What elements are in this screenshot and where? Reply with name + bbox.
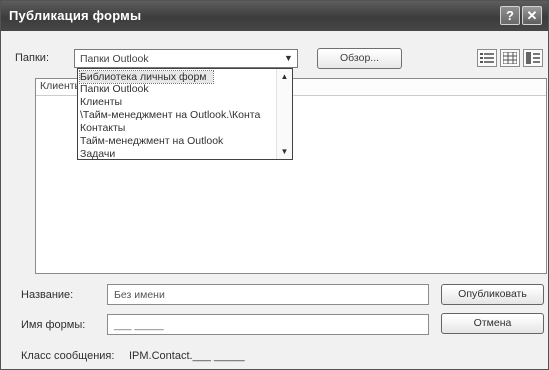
message-class-value: IPM.Contact.___ _____ (129, 350, 245, 362)
name-label: Название: (21, 289, 74, 301)
dropdown-item[interactable]: Контакты (80, 122, 125, 134)
cancel-button[interactable]: Отмена (441, 313, 544, 334)
close-button[interactable]: ✕ (522, 6, 542, 25)
scroll-up-icon[interactable]: ▲ (277, 70, 292, 83)
form-name-field[interactable]: ___ _____ (107, 314, 429, 335)
chevron-down-icon[interactable]: ▼ (280, 50, 297, 67)
dialog-title: Публикация формы (9, 8, 142, 23)
dropdown-item[interactable]: Клиенты (80, 96, 122, 108)
folder-label: Папки: (15, 52, 49, 64)
publish-button[interactable]: Опубликовать (441, 284, 544, 305)
scroll-down-icon[interactable]: ▼ (277, 145, 292, 158)
dropdown-scrollbar[interactable]: ▲ ▼ (276, 69, 292, 159)
help-button[interactable]: ? (500, 6, 520, 25)
dropdown-item[interactable]: Папки Outlook (80, 83, 149, 95)
browse-button[interactable]: Обзор... (317, 48, 402, 69)
properties-view-icon (526, 52, 540, 64)
title-bar: Публикация формы ? ✕ (1, 1, 548, 31)
properties-view-button[interactable] (523, 49, 543, 67)
form-name-field-value: ___ _____ (114, 319, 164, 331)
folder-combobox-value: Папки Outlook (80, 53, 149, 65)
dropdown-item[interactable]: Тайм-менеджмент на Outlook (80, 135, 223, 147)
dropdown-item[interactable]: Задачи (80, 148, 115, 159)
publish-form-dialog: Публикация формы ? ✕ Папки: Папки Outloo… (0, 0, 549, 370)
name-field-value: Без имени (114, 289, 165, 301)
folder-combobox[interactable]: Папки Outlook ▼ (74, 49, 298, 68)
name-field[interactable]: Без имени (107, 284, 429, 305)
list-view-icon (480, 53, 494, 63)
form-name-label: Имя формы: (21, 319, 86, 331)
message-class-label: Класс сообщения: (21, 350, 115, 362)
dropdown-item[interactable]: \Тайм-менеджмент на Outlook.\Конта (80, 109, 260, 121)
details-view-button[interactable] (500, 49, 520, 67)
list-view-button[interactable] (477, 49, 497, 67)
forms-list-header-text: Клиенты (40, 80, 83, 92)
dropdown-item[interactable]: Библиотека личных форм (79, 70, 214, 84)
details-view-icon (503, 52, 517, 64)
folder-dropdown-list[interactable]: Библиотека личных форм Папки Outlook Кли… (77, 68, 293, 160)
